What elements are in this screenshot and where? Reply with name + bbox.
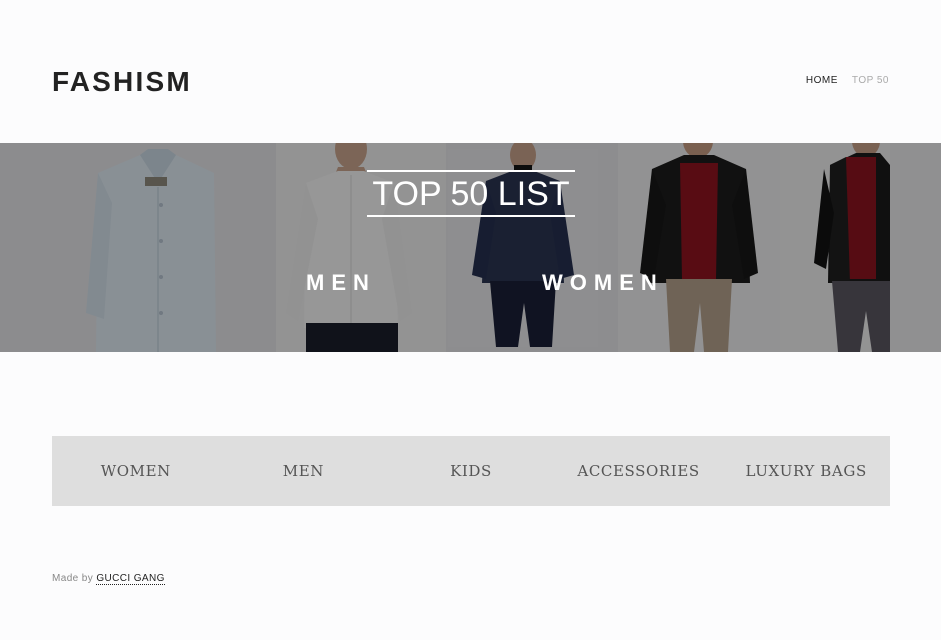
nav-top50-link[interactable]: TOP 50: [852, 74, 889, 88]
hero-men-link[interactable]: MEN: [306, 268, 376, 298]
category-women-link[interactable]: WOMEN: [52, 462, 220, 480]
hero-women-link[interactable]: WOMEN: [542, 268, 664, 298]
category-luxury-bags-link[interactable]: LUXURY BAGS: [722, 462, 890, 480]
footer-made-by-text: Made by: [52, 573, 94, 584]
category-men-link[interactable]: MEN: [220, 462, 388, 480]
footer-author-link[interactable]: GUCCI GANG: [96, 573, 165, 585]
top-nav: HOME TOP 50: [806, 74, 889, 88]
hero-top50-link[interactable]: TOP 50 LIST: [367, 170, 575, 217]
category-kids-link[interactable]: KIDS: [387, 462, 555, 480]
category-bar: WOMEN MEN KIDS ACCESSORIES LUXURY BAGS: [52, 436, 890, 506]
footer: Made by GUCCI GANG: [52, 573, 165, 585]
nav-home-link[interactable]: HOME: [806, 74, 838, 88]
category-accessories-link[interactable]: ACCESSORIES: [555, 462, 723, 480]
site-logo[interactable]: FASHISM: [52, 64, 192, 100]
